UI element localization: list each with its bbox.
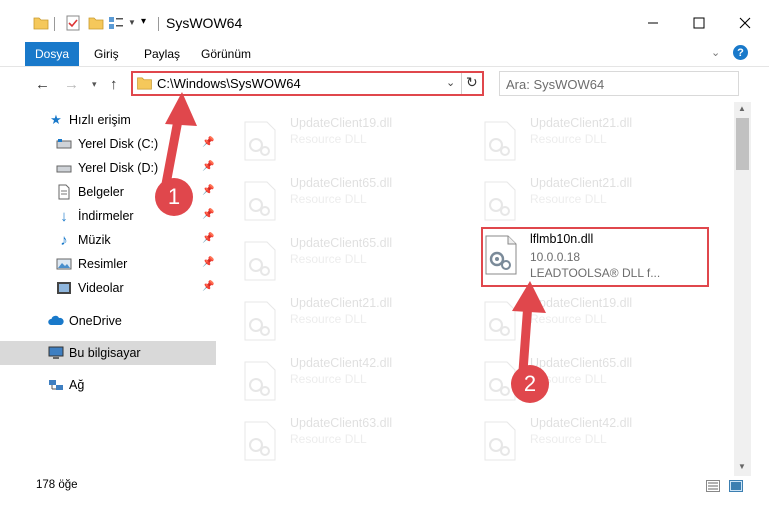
step-badge-2: 2 (511, 365, 549, 403)
annotation-overlay (161, 92, 546, 376)
step-badge-1: 1 (155, 178, 193, 216)
